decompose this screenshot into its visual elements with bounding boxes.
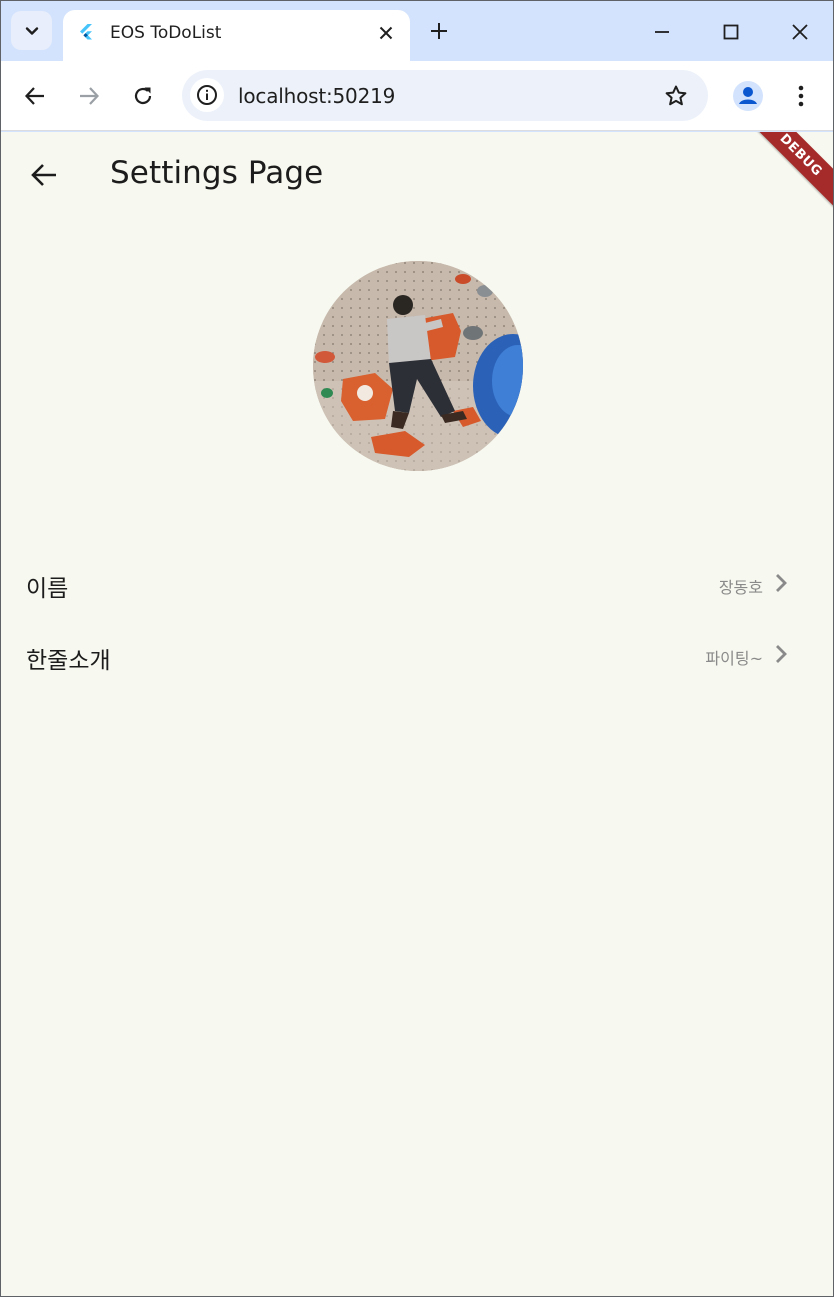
chevron-right-icon: [771, 571, 791, 595]
arrow-right-icon: [80, 87, 100, 105]
browser-menu-button[interactable]: [785, 79, 817, 113]
arrow-left-icon: [31, 164, 56, 186]
close-icon: [379, 26, 393, 40]
back-button[interactable]: [17, 78, 53, 114]
setting-value: 장동호: [718, 578, 763, 597]
maximize-icon: [723, 24, 739, 40]
tab-strip: EOS ToDoList: [1, 1, 833, 61]
profile-button[interactable]: [731, 79, 765, 113]
account-icon: [733, 81, 763, 111]
arrow-left-icon: [24, 87, 44, 105]
bookmark-button[interactable]: [662, 82, 690, 110]
maximize-button[interactable]: [708, 11, 754, 53]
setting-row-name[interactable]: 이름 장동호: [1, 554, 833, 614]
profile-photo: [313, 261, 523, 471]
tab-eos-todolist[interactable]: EOS ToDoList: [63, 10, 410, 61]
tab-title: EOS ToDoList: [110, 23, 222, 43]
browser-toolbar: localhost:50219: [1, 61, 833, 131]
browser-window: EOS ToDoList localhost:50219 Settings Pa…: [0, 0, 834, 1297]
address-bar[interactable]: localhost:50219: [182, 70, 708, 121]
setting-row-intro[interactable]: 한줄소개 파이팅~: [1, 626, 833, 686]
close-icon: [792, 24, 808, 40]
profile-avatar[interactable]: [313, 261, 523, 471]
star-icon: [665, 85, 687, 106]
app-bar: Settings Page: [1, 132, 833, 216]
site-info-button[interactable]: [190, 78, 224, 112]
setting-value: 파이팅~: [705, 649, 763, 668]
window-close-button[interactable]: [777, 11, 823, 53]
chevron-down-icon: [25, 26, 38, 35]
more-vert-icon: [798, 85, 804, 107]
reload-icon: [134, 87, 152, 105]
page-title: Settings Page: [110, 155, 324, 191]
minimize-icon: [655, 31, 669, 33]
plus-icon: [431, 23, 447, 39]
minimize-button[interactable]: [639, 11, 685, 53]
info-icon: [197, 85, 217, 105]
new-tab-button[interactable]: [424, 16, 454, 46]
setting-label: 이름: [26, 576, 69, 602]
tab-search-button[interactable]: [11, 11, 52, 50]
chevron-right-icon: [771, 642, 791, 666]
forward-button[interactable]: [71, 78, 107, 114]
reload-button[interactable]: [125, 78, 161, 114]
setting-label: 한줄소개: [26, 648, 111, 674]
flutter-icon: [80, 24, 92, 40]
app-back-button[interactable]: [23, 154, 65, 196]
tab-close-button[interactable]: [373, 20, 399, 46]
app-content: Settings Page DEBUG 이름 장동호 한줄소개 파이팅~: [1, 132, 833, 1296]
url-text[interactable]: localhost:50219: [238, 84, 395, 108]
